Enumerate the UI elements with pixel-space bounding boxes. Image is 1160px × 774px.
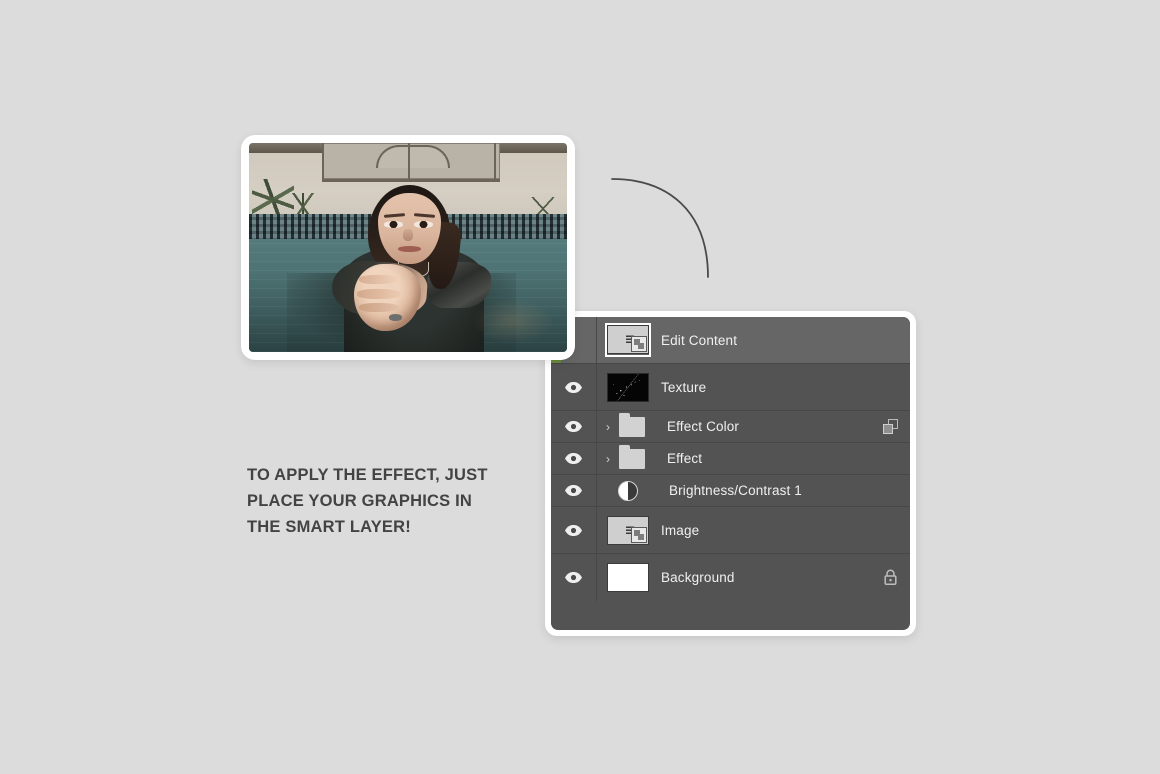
layer-thumbnail-effect[interactable]: › bbox=[597, 444, 665, 469]
adjustment-layer-icon bbox=[618, 480, 638, 501]
mockup-stage: Edit Content Texture › Effect Color › Ef… bbox=[0, 0, 1160, 774]
layer-row-edit-content[interactable]: Edit Content bbox=[551, 317, 910, 364]
eye-icon bbox=[565, 421, 582, 432]
visibility-toggle-effect-color[interactable] bbox=[551, 411, 597, 442]
layer-row-image[interactable]: Image bbox=[551, 507, 910, 554]
caption-line-2: PLACE YOUR GRAPHICS IN bbox=[247, 492, 473, 510]
visibility-toggle-brightness-contrast[interactable] bbox=[551, 475, 597, 506]
texture-thumbnail-icon bbox=[607, 372, 649, 402]
layer-thumbnail-edit-content[interactable] bbox=[597, 323, 659, 357]
lock-badge bbox=[870, 569, 910, 586]
smart-object-thumbnail-icon bbox=[607, 515, 649, 545]
layer-thumbnail-background[interactable] bbox=[597, 563, 659, 592]
layer-row-texture[interactable]: Texture bbox=[551, 364, 910, 411]
curved-connector-line bbox=[611, 178, 709, 278]
eye-icon bbox=[565, 485, 582, 496]
instruction-caption: TO APPLY THE EFFECT, JUST PLACE YOUR GRA… bbox=[247, 462, 547, 540]
chevron-right-icon[interactable]: › bbox=[601, 421, 615, 433]
chevron-right-icon[interactable]: › bbox=[601, 453, 615, 465]
layers-list: Edit Content Texture › Effect Color › Ef… bbox=[551, 317, 910, 630]
eye-icon bbox=[565, 381, 582, 393]
smart-object-preview-card[interactable] bbox=[241, 135, 575, 360]
caption-line-1: TO APPLY THE EFFECT, JUST bbox=[247, 466, 488, 484]
visibility-toggle-background[interactable] bbox=[551, 554, 597, 601]
layer-thumbnail-brightness-contrast[interactable] bbox=[597, 480, 659, 501]
eye-icon bbox=[565, 524, 582, 536]
visibility-toggle-texture[interactable] bbox=[551, 364, 597, 410]
eye-icon bbox=[565, 453, 582, 464]
visibility-toggle-image[interactable] bbox=[551, 507, 597, 553]
clipping-mask-badge[interactable] bbox=[870, 419, 910, 434]
layer-row-brightness-contrast[interactable]: Brightness/Contrast 1 bbox=[551, 475, 910, 507]
folder-icon bbox=[619, 444, 645, 469]
layer-label: Texture bbox=[661, 379, 707, 395]
layer-row-effect-color[interactable]: › Effect Color bbox=[551, 411, 910, 443]
clipping-mask-icon bbox=[882, 419, 898, 434]
layer-label: Brightness/Contrast 1 bbox=[669, 483, 802, 498]
layer-row-background[interactable]: Background bbox=[551, 554, 910, 601]
visibility-toggle-effect[interactable] bbox=[551, 443, 597, 474]
layer-label: Image bbox=[661, 522, 700, 538]
layer-label: Background bbox=[661, 570, 735, 585]
layer-thumbnail-image[interactable] bbox=[597, 515, 659, 545]
layer-row-effect[interactable]: › Effect bbox=[551, 443, 910, 475]
layer-label: Effect bbox=[667, 451, 703, 466]
lock-icon bbox=[883, 569, 897, 585]
layer-thumbnail-texture[interactable] bbox=[597, 372, 659, 402]
layer-label: Effect Color bbox=[667, 419, 740, 434]
preview-photo bbox=[249, 143, 567, 352]
smart-object-selected-thumbnail-icon bbox=[605, 323, 651, 357]
folder-icon bbox=[619, 412, 645, 437]
eye-icon bbox=[565, 572, 582, 583]
layer-label: Edit Content bbox=[661, 332, 738, 348]
layers-panel[interactable]: Edit Content Texture › Effect Color › Ef… bbox=[545, 311, 916, 636]
layer-thumbnail-effect-color[interactable]: › bbox=[597, 412, 665, 437]
caption-line-3: THE SMART LAYER! bbox=[247, 518, 411, 536]
white-fill-thumbnail-icon bbox=[607, 563, 649, 592]
